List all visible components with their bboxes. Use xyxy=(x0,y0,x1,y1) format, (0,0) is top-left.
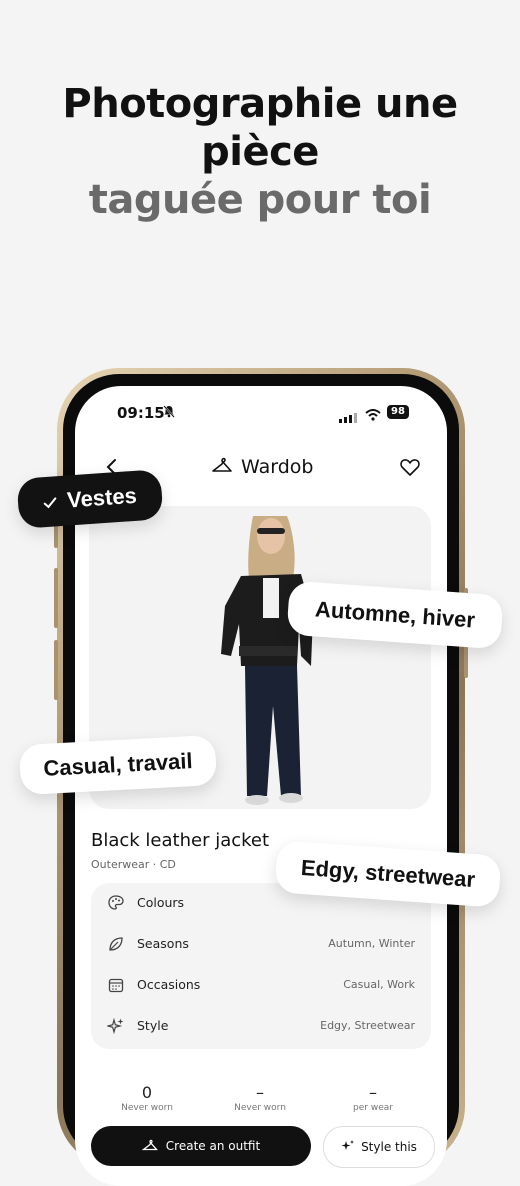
item-title: Black leather jacket xyxy=(91,830,270,851)
leaf-icon xyxy=(107,935,125,953)
tag-occasion-label: Casual, travail xyxy=(42,748,194,781)
stat-label: Never worn xyxy=(121,1103,173,1113)
hanger-icon xyxy=(211,455,233,479)
stat-value: – xyxy=(256,1083,264,1102)
stat-value: 0 xyxy=(141,1083,153,1102)
garment-photo xyxy=(221,516,313,805)
attribute-value: Autumn, Winter xyxy=(328,937,415,950)
sparkles-icon xyxy=(105,1017,125,1035)
wifi-icon xyxy=(365,406,381,425)
style-this-label: Style this xyxy=(361,1140,417,1154)
stat-value: – xyxy=(369,1083,377,1102)
headline: Photographie une pièce taguée pour toi xyxy=(0,80,520,224)
stat-label: Never worn xyxy=(234,1103,286,1113)
item-subtitle: Outerwear · CD xyxy=(91,858,176,871)
cellular-signal-icon xyxy=(339,408,357,427)
phone-volume-up xyxy=(54,568,58,628)
create-outfit-label: Create an outfit xyxy=(165,1139,261,1153)
create-outfit-button[interactable]: Create an outfit xyxy=(91,1126,311,1166)
attributes-card: Colours Seasons Autumn, Winter Occasions… xyxy=(91,883,431,1049)
headline-line-2: taguée pour toi xyxy=(88,177,432,223)
status-bar: 09:15 98 xyxy=(75,404,447,424)
app-brand: Wardob xyxy=(211,454,313,480)
status-time: 09:15 xyxy=(117,404,165,422)
attribute-row-seasons[interactable]: Seasons Autumn, Winter xyxy=(91,924,431,965)
phone-volume-down xyxy=(54,640,58,700)
attribute-label: Occasions xyxy=(137,977,201,992)
attribute-label: Seasons xyxy=(137,936,189,951)
attribute-value: Edgy, Streetwear xyxy=(320,1019,415,1032)
tag-category: Vestes xyxy=(16,469,164,529)
tag-occasion: Casual, travail xyxy=(18,734,218,796)
hanger-icon xyxy=(141,1138,158,1155)
style-this-button[interactable]: Style this xyxy=(323,1126,435,1168)
bell-muted-icon xyxy=(163,405,175,421)
app-name: Wardob xyxy=(241,456,314,478)
check-icon xyxy=(42,488,58,515)
stat-label: per wear xyxy=(353,1103,393,1113)
attribute-label: Style xyxy=(137,1018,169,1033)
stat-last-worn: – Never worn xyxy=(210,1083,310,1113)
battery-indicator: 98 xyxy=(387,405,409,419)
tag-style-label: Edgy, streetwear xyxy=(300,854,476,893)
sparkles-icon xyxy=(341,1139,355,1156)
stat-cost-per-wear: – per wear xyxy=(323,1083,423,1113)
attribute-value: Casual, Work xyxy=(343,978,415,991)
stat-times-worn: 0 Never worn xyxy=(97,1083,197,1113)
attribute-row-style[interactable]: Style Edgy, Streetwear xyxy=(91,1006,431,1047)
attribute-row-occasions[interactable]: Occasions Casual, Work xyxy=(91,965,431,1006)
tag-category-label: Vestes xyxy=(66,482,138,513)
palette-icon xyxy=(107,894,125,912)
calendar-icon xyxy=(107,976,125,994)
favorite-heart-icon[interactable] xyxy=(399,456,421,478)
headline-line-1: Photographie une pièce xyxy=(62,81,458,175)
attribute-label: Colours xyxy=(137,895,185,910)
tag-season-label: Automne, hiver xyxy=(314,596,476,633)
